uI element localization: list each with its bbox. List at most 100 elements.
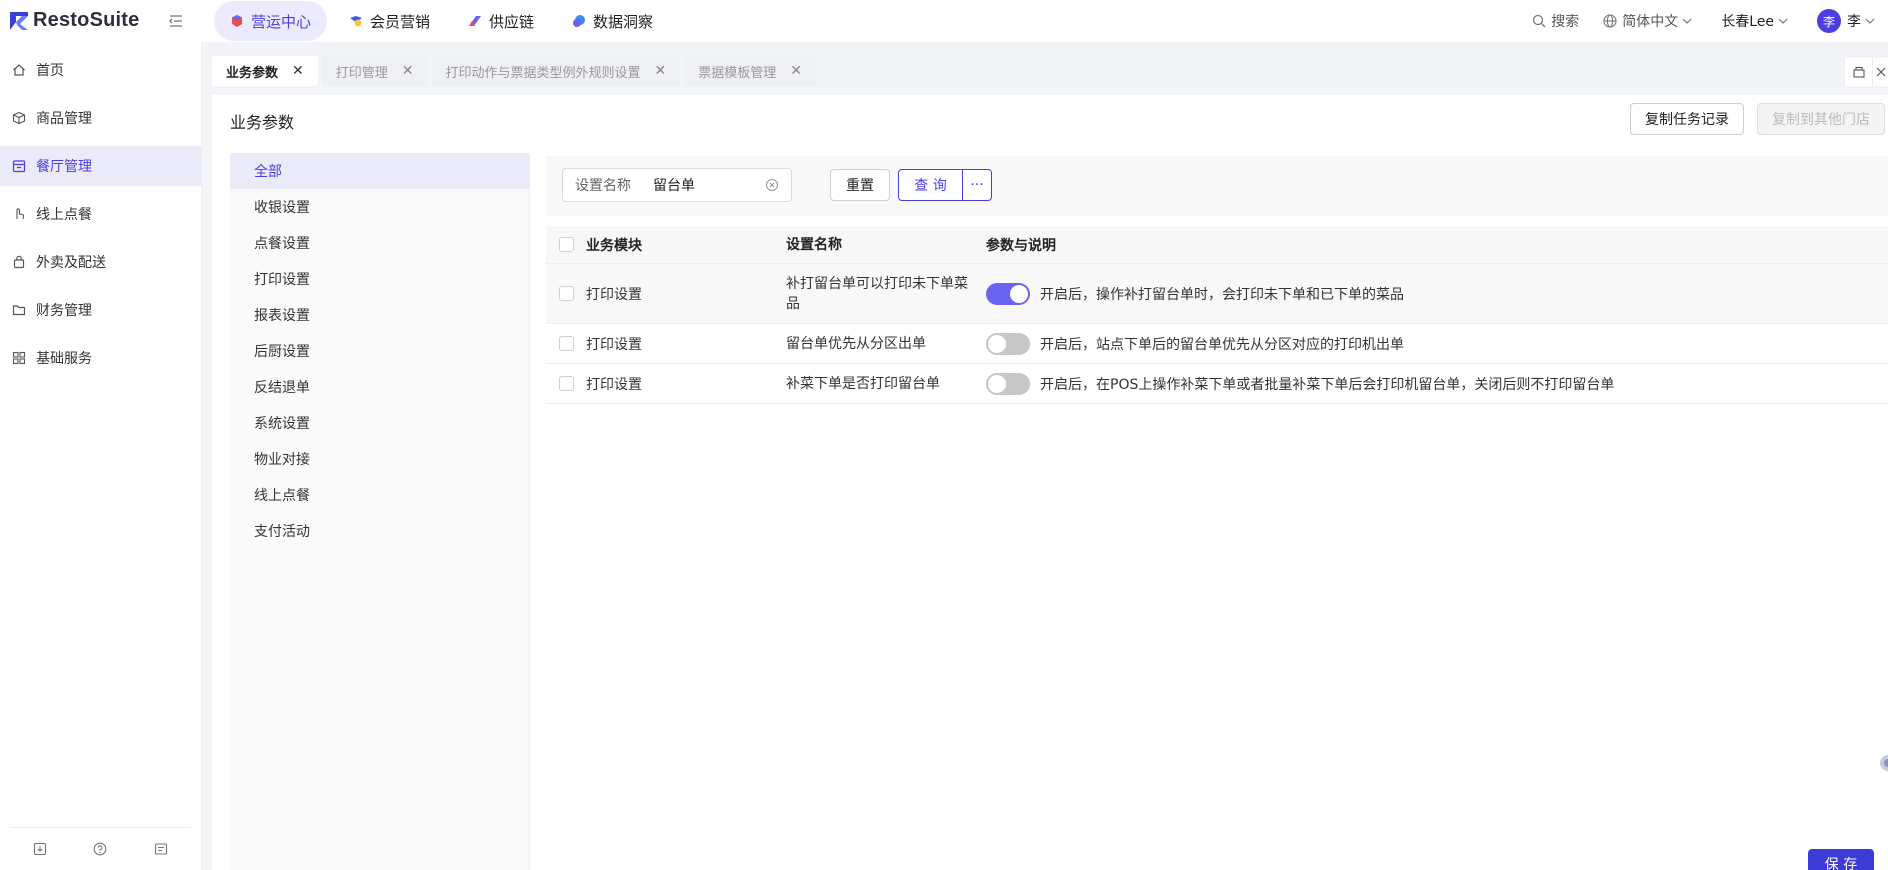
assistant-float-icon[interactable] — [1876, 752, 1888, 774]
user-menu[interactable]: 李 李 — [1817, 9, 1880, 33]
page-tab-print-management[interactable]: 打印管理 ✕ — [321, 56, 428, 86]
category-item-online-order[interactable]: 线上点餐 — [230, 477, 529, 513]
sidebar-item-delivery[interactable]: 外卖及配送 — [0, 242, 201, 282]
table-row: 打印设置 补打留台单可以打印未下单菜品 开启后，操作补打留台单时，会打印未下单和… — [546, 264, 1888, 324]
help-icon[interactable] — [93, 842, 107, 856]
copy-to-store-button[interactable]: 复制到其他门店 — [1757, 103, 1885, 135]
topnav-member-marketing[interactable]: 会员营销 — [333, 1, 446, 41]
filter-bar: 设置名称 留台单 重置 查 询 ··· — [546, 156, 1888, 216]
category-panel: 全部 收银设置 点餐设置 打印设置 报表设置 后厨设置 反结退单 系统设置 物业… — [230, 153, 530, 870]
language-label: 简体中文 — [1622, 14, 1679, 30]
category-item-refund[interactable]: 反结退单 — [230, 369, 529, 405]
setting-name-input[interactable]: 设置名称 留台单 — [562, 168, 792, 202]
bag-icon — [13, 255, 25, 269]
clear-icon[interactable] — [765, 178, 779, 192]
top-bar: RestoSuite 营运中心 会员营销 供应链 数据洞察 搜索 简体中文 长春… — [0, 0, 1888, 42]
row-name: 补菜下单是否打印留台单 — [786, 375, 940, 392]
row-checkbox[interactable] — [558, 376, 574, 391]
setting-toggle[interactable] — [986, 332, 1030, 355]
header-module: 业务模块 — [586, 237, 642, 254]
sidebar-item-home[interactable]: 首页 — [0, 50, 201, 90]
close-icon[interactable]: ✕ — [655, 63, 667, 79]
search-button[interactable]: 搜索 — [1532, 11, 1579, 31]
setting-toggle[interactable] — [986, 372, 1030, 395]
sidebar-item-label: 外卖及配送 — [36, 255, 106, 271]
setting-toggle[interactable] — [986, 282, 1030, 305]
language-select[interactable]: 简体中文 — [1603, 11, 1697, 31]
collapse-sidebar-icon[interactable] — [168, 13, 184, 29]
header-desc: 参数与说明 — [986, 237, 1056, 254]
category-item-ordering[interactable]: 点餐设置 — [230, 225, 529, 261]
category-item-property[interactable]: 物业对接 — [230, 441, 529, 477]
search-label: 搜索 — [1551, 14, 1580, 30]
category-item-report[interactable]: 报表设置 — [230, 297, 529, 333]
row-checkbox[interactable] — [558, 336, 574, 351]
close-icon — [1876, 67, 1885, 77]
top-right-area: 搜索 简体中文 长春Lee 李 李 — [1532, 0, 1888, 42]
category-item-payment[interactable]: 支付活动 — [230, 513, 529, 549]
globe-icon — [1603, 14, 1617, 28]
tab-close-all-button[interactable] — [1872, 58, 1888, 86]
row-checkbox[interactable] — [558, 286, 574, 301]
tab-home-button[interactable] — [1844, 58, 1872, 86]
category-item-system[interactable]: 系统设置 — [230, 405, 529, 441]
save-button[interactable]: 保 存 — [1808, 849, 1874, 870]
logo[interactable]: RestoSuite — [8, 9, 139, 32]
topnav-supply-chain[interactable]: 供应链 — [452, 1, 550, 41]
page-tab-ticket-templates[interactable]: 票据模板管理 ✕ — [684, 56, 816, 86]
table-row: 打印设置 补菜下单是否打印留台单 开启后，在POS上操作补菜下单或者批量补菜下单… — [546, 364, 1888, 404]
avatar: 李 — [1817, 9, 1841, 33]
building-icon — [1852, 66, 1865, 78]
member-icon — [350, 16, 363, 27]
setting-name-label: 设置名称 — [575, 178, 631, 194]
store-label: 长春Lee — [1721, 14, 1774, 30]
category-item-cashier[interactable]: 收银设置 — [230, 189, 529, 225]
row-desc: 开启后，站点下单后的留台单优先从分区对应的打印机出单 — [1040, 336, 1404, 353]
close-icon[interactable]: ✕ — [292, 63, 304, 79]
sidebar-item-restaurant[interactable]: 餐厅管理 — [0, 146, 201, 186]
sidebar-item-finance[interactable]: 财务管理 — [0, 290, 201, 330]
topnav-data-insight[interactable]: 数据洞察 — [556, 1, 669, 41]
table-header: 业务模块 设置名称 参数与说明 — [546, 226, 1888, 264]
query-button[interactable]: 查 询 — [898, 169, 963, 201]
sidebar-item-basic-services[interactable]: 基础服务 — [0, 338, 201, 378]
row-desc: 开启后，在POS上操作补菜下单或者批量补菜下单后会打印机留台单，关闭后则不打印留… — [1040, 376, 1615, 393]
topnav-label: 会员营销 — [370, 12, 431, 31]
page-tab-print-rules[interactable]: 打印动作与票据类型例外规则设置 ✕ — [431, 56, 681, 86]
header-name: 设置名称 — [786, 236, 842, 253]
data-insight-icon — [573, 15, 586, 27]
row-name: 留台单优先从分区出单 — [786, 335, 926, 352]
close-icon[interactable]: ✕ — [402, 63, 414, 79]
topnav-label: 营运中心 — [251, 12, 312, 31]
setting-name-value[interactable]: 留台单 — [653, 175, 765, 195]
sidebar-item-label: 财务管理 — [36, 303, 92, 319]
home-icon — [13, 64, 25, 76]
topnav-operations[interactable]: 营运中心 — [214, 1, 328, 41]
select-all-checkbox[interactable] — [558, 237, 574, 252]
page-tab-business-params[interactable]: 业务参数 ✕ — [212, 56, 318, 86]
reset-button[interactable]: 重置 — [830, 169, 890, 201]
sidebar-item-products[interactable]: 商品管理 — [0, 98, 201, 138]
table-row: 打印设置 留台单优先从分区出单 开启后，站点下单后的留台单优先从分区对应的打印机… — [546, 324, 1888, 364]
settings-table: 业务模块 设置名称 参数与说明 打印设置 补打留台单可以打印未下单菜品 开启后，… — [546, 226, 1888, 404]
topnav-label: 供应链 — [489, 12, 535, 31]
row-module: 打印设置 — [586, 336, 642, 353]
more-options-button[interactable]: ··· — [962, 169, 992, 201]
main-card: 业务参数 复制任务记录 复制到其他门店 全部 收银设置 点餐设置 打印设置 报表… — [212, 95, 1888, 870]
message-icon[interactable] — [154, 842, 168, 856]
sidebar-item-online-order[interactable]: 线上点餐 — [0, 194, 201, 234]
category-item-all[interactable]: 全部 — [230, 153, 529, 189]
store-select[interactable]: 长春Lee — [1721, 11, 1793, 31]
hand-tap-icon — [16, 208, 25, 220]
row-module: 打印设置 — [586, 286, 642, 303]
category-item-print[interactable]: 打印设置 — [230, 261, 529, 297]
copy-records-button[interactable]: 复制任务记录 — [1630, 103, 1744, 135]
sidebar-item-label: 基础服务 — [36, 351, 92, 367]
row-module: 打印设置 — [586, 376, 642, 393]
store-icon — [12, 160, 26, 173]
folder-icon — [12, 305, 26, 316]
user-label: 李 — [1847, 14, 1861, 30]
download-icon[interactable] — [33, 842, 47, 856]
close-icon[interactable]: ✕ — [790, 63, 802, 79]
category-item-kitchen[interactable]: 后厨设置 — [230, 333, 529, 369]
